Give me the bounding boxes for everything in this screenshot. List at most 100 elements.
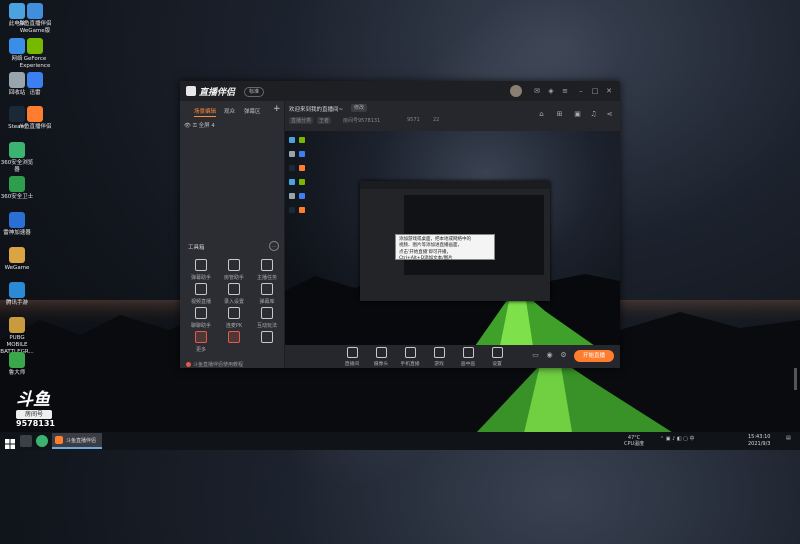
desktop-app-icon (9, 176, 25, 192)
toolbox-item[interactable]: 主播任务 (250, 259, 284, 281)
toolbox-item[interactable] (250, 331, 284, 346)
version-badge[interactable]: 标准 (244, 87, 265, 97)
tool-icon (228, 283, 240, 295)
preview-app-icon (299, 137, 305, 143)
lock-icon[interactable]: ⚿ (193, 123, 197, 129)
toolbox-item[interactable]: 弹幕库 (250, 283, 284, 305)
title-bar: 直播伴侣 标准 ✉ ◈ ≡ – □ ✕ (180, 81, 620, 101)
desktop-icon[interactable]: 雷神加速器 (0, 212, 34, 237)
desktop-icon[interactable]: 腾讯手游 (0, 282, 34, 307)
source-button[interactable]: 设置 (484, 347, 510, 367)
source-button[interactable]: 手机直播 (397, 347, 423, 367)
notification-icon[interactable]: ▤ (786, 435, 791, 441)
tab-scene[interactable]: 场景编辑 (194, 107, 216, 115)
task-view-icon[interactable] (20, 435, 32, 447)
room-edit-button[interactable]: 修改 (351, 104, 368, 112)
toolbox-item[interactable] (217, 331, 251, 346)
share-icon[interactable]: ⋖ (605, 110, 614, 119)
settings-icon[interactable]: ⚙ (559, 351, 568, 360)
desktop-icon[interactable]: 斗鱼直播伴侣 WeGame版 (18, 3, 52, 35)
screen-icon[interactable]: ▣ (573, 110, 582, 119)
tutorial-hint[interactable]: 斗鱼直播伴侣使用教程 (186, 361, 243, 368)
desktop-icon[interactable]: GeForce Experience (18, 38, 52, 70)
desktop-icon[interactable]: 斗鱼直播伴侣 (18, 106, 52, 131)
badge-room-button[interactable]: 房间号 (16, 410, 52, 419)
source-icon (404, 347, 416, 358)
tab-danmaku[interactable]: 弹幕区 (244, 107, 261, 115)
desktop-icon-label: 鲁大师 (8, 370, 26, 376)
scene-label: 全屏 4 (198, 123, 215, 129)
toolbox-item[interactable]: 连麦PK (217, 307, 251, 329)
gift-icon[interactable]: ⊞ (555, 110, 564, 119)
start-live-button[interactable]: 开始直播 (574, 350, 614, 362)
desktop-icon[interactable]: 360安全卫士 (0, 176, 34, 201)
source-button[interactable]: 画中画 (455, 347, 481, 367)
nested-titlebar (360, 181, 550, 189)
desktop-icon-label: GeForce Experience (19, 56, 51, 69)
meta-category[interactable]: 直播分类 (289, 117, 314, 124)
scene-item[interactable]: 👁 ⚿ 全屏 4 (184, 121, 215, 130)
avatar[interactable] (510, 85, 522, 97)
edge-scrollbar[interactable] (794, 368, 797, 390)
shop-icon[interactable]: ⌂ (537, 110, 546, 119)
tray-icons[interactable]: ⌃ ▣ ♪ ◧ ▢ 中 (660, 435, 695, 442)
maximize-button[interactable]: □ (590, 86, 600, 96)
source-label: 直播间 (344, 362, 360, 367)
desktop-app-icon (9, 352, 25, 368)
toolbox-item[interactable]: 更多 (184, 331, 218, 353)
toolbox-item[interactable]: 聊聊助手 (184, 307, 218, 329)
preview-app-icon (299, 165, 305, 171)
windows-start-icon[interactable] (4, 435, 16, 449)
desktop-icon[interactable]: 360安全浏览器 (0, 142, 34, 174)
skin-icon[interactable]: ◈ (546, 86, 556, 96)
left-panel: 场景编辑 观众 弹幕区 + 👁 ⚿ 全屏 4 工具箱 … 弹幕助手 房管助手 主播任… (180, 101, 285, 368)
tool-icon (195, 331, 207, 343)
source-label: 画中画 (460, 362, 476, 367)
desktop-icon[interactable]: PUBG MOBILE BATTLEGR... (0, 317, 34, 356)
toolbox-item[interactable]: 互动玩法 (250, 307, 284, 329)
add-scene-button[interactable]: + (273, 104, 281, 114)
taskbar: 斗鱼直播伴侣 47°C CPU温度 ⌃ ▣ ♪ ◧ ▢ 中 15:43:10 2… (0, 432, 800, 450)
desktop-app-icon (9, 282, 25, 298)
message-icon[interactable]: ✉ (532, 86, 542, 96)
desktop-icon[interactable]: 迅雷 (18, 72, 52, 97)
bell-icon[interactable]: ♫ (589, 110, 598, 119)
toolbox-item[interactable]: 弹幕助手 (184, 259, 218, 281)
eye-icon[interactable]: 👁 (184, 123, 191, 129)
cpu-temp: 47°C CPU温度 (624, 435, 644, 447)
menu-icon[interactable]: ≡ (560, 86, 570, 96)
hint-dot-icon (186, 362, 191, 367)
close-button[interactable]: ✕ (604, 86, 614, 96)
clock[interactable]: 15:43:10 2021/9/3 (748, 434, 770, 448)
toolbox-item[interactable]: 视频直播 (184, 283, 218, 305)
toolbox-more-icon[interactable]: … (269, 241, 279, 251)
tool-icon (261, 307, 273, 319)
desktop-icon-label: 360安全卫士 (0, 194, 34, 200)
source-label: 游戏 (434, 362, 444, 367)
preview-app-icon (289, 165, 295, 171)
source-button[interactable]: 直播间 (339, 347, 365, 367)
preview-app-icon (299, 207, 305, 213)
preview-app-icon (289, 151, 295, 157)
toolbox-item[interactable]: 房管助手 (217, 259, 251, 281)
screenshot-icon[interactable]: ▭ (531, 351, 540, 360)
desktop-icon[interactable]: 鲁大师 (0, 352, 34, 377)
desktop-icon-label: 360安全浏览器 (0, 160, 34, 173)
taskbar-app-douyu[interactable]: 斗鱼直播伴侣 (52, 433, 102, 449)
source-button[interactable]: 摄像头 (368, 347, 394, 367)
tool-icon (228, 259, 240, 271)
meta-game[interactable]: 王者 (317, 117, 332, 124)
tab-audience[interactable]: 观众 (224, 107, 235, 115)
source-icon (491, 347, 503, 358)
desktop-icon[interactable]: WeGame (0, 247, 34, 272)
tool-label: 更多 (195, 347, 206, 353)
preview-app-icon (289, 193, 295, 199)
minimize-button[interactable]: – (576, 86, 586, 96)
browser-taskbar-icon[interactable] (36, 435, 48, 447)
toolbox-item[interactable]: 录入设置 (217, 283, 251, 305)
tool-icon (261, 283, 273, 295)
tool-label: 弹幕库 (259, 299, 275, 305)
preview-app-icon (299, 193, 305, 199)
source-button[interactable]: 游戏 (426, 347, 452, 367)
eye-preview-icon[interactable]: ◉ (545, 351, 554, 360)
